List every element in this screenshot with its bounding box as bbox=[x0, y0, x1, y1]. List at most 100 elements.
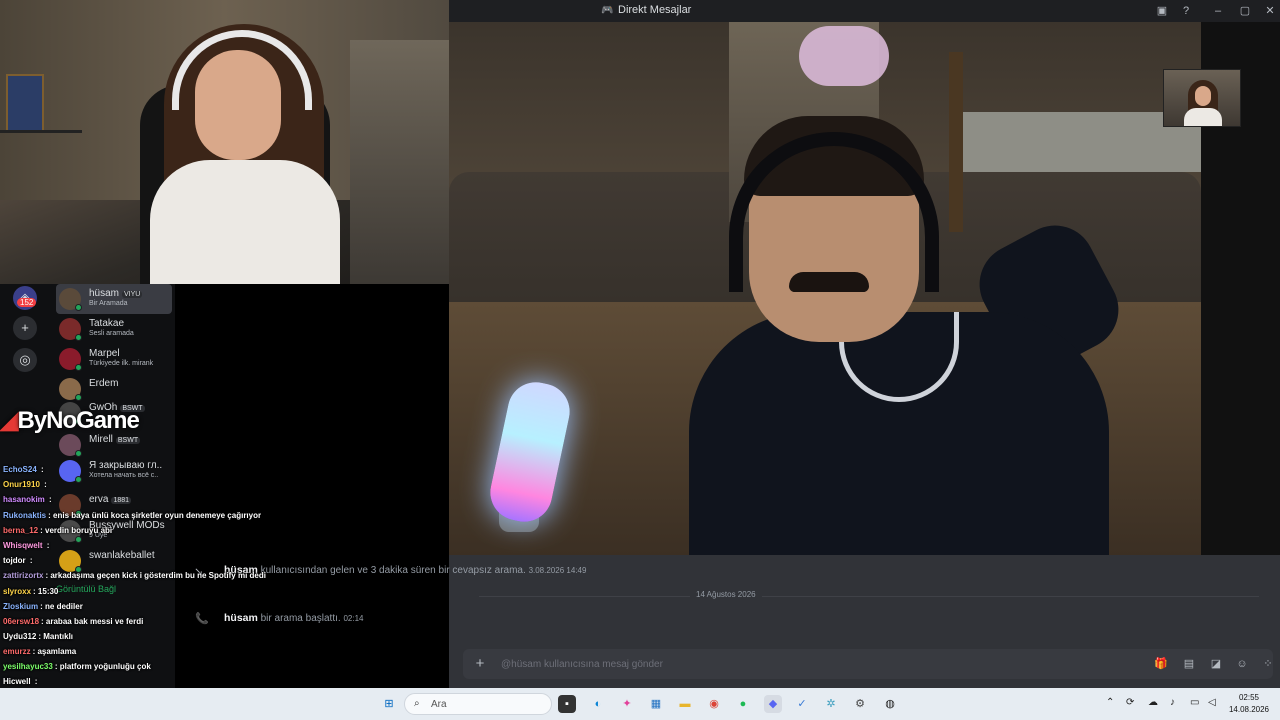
dm-name: swanlakeballet bbox=[89, 550, 155, 561]
message-input[interactable] bbox=[501, 654, 1101, 674]
voice-connected-status[interactable]: Görüntülü Bağl bbox=[56, 584, 116, 594]
microphone-icon[interactable]: ♪ bbox=[1170, 697, 1175, 708]
chat-username[interactable]: Uydu312 bbox=[3, 632, 36, 641]
call-video-stage[interactable] bbox=[449, 22, 1280, 555]
gift-icon[interactable]: 🎁 bbox=[1153, 656, 1169, 672]
chat-username[interactable]: 06ersw18 bbox=[3, 617, 39, 626]
sync-icon[interactable]: ⟳ bbox=[1126, 697, 1134, 708]
gif-icon[interactable]: ▤ bbox=[1181, 656, 1197, 672]
chat-text: ne dediler bbox=[45, 602, 83, 611]
chat-username[interactable]: zattirizortx bbox=[3, 571, 43, 580]
spotify-icon[interactable]: ● bbox=[734, 695, 752, 713]
inbox-icon[interactable]: ▣ bbox=[1154, 3, 1170, 19]
chat-username[interactable]: EchoS24 bbox=[3, 465, 37, 474]
chat-text: arkadaşıma geçen kick i gösterdim bu ne … bbox=[50, 571, 266, 580]
chat-username[interactable]: Hicwell bbox=[3, 677, 31, 686]
chat-message: zattirizortx: arkadaşıma geçen kick i gö… bbox=[3, 571, 266, 580]
taskbar-search-input[interactable] bbox=[431, 697, 511, 712]
online-status-icon bbox=[75, 364, 82, 371]
message-text: bir arama başlattı. bbox=[260, 613, 341, 624]
date-divider bbox=[479, 596, 1259, 597]
taskbar: ⊞ ⌕ ▪ ◐ ✦ ▦ ▬ ◉ ● ◆ ✓ ✲ ⚙ ◍ ⌃ ⟳ ☁ ♪ ▭ ◁ … bbox=[0, 688, 1280, 720]
settings-icon[interactable]: ⚙ bbox=[851, 695, 869, 713]
dm-name: Mirell BSWT bbox=[89, 434, 141, 445]
chat-message: Onur1910 : bbox=[3, 480, 47, 489]
message-composer: + 🎁 ▤ ◪ ☺ ⁘ bbox=[449, 645, 1280, 688]
chat-username[interactable]: berna_12 bbox=[3, 526, 38, 535]
start-icon[interactable]: ⊞ bbox=[380, 695, 398, 713]
chat-message: EchoS24 : bbox=[3, 465, 44, 474]
chat-text: enis baya ünlü koca şirketler oyun denem… bbox=[53, 511, 262, 520]
message-timestamp: 3.08.2026 14:49 bbox=[528, 566, 587, 575]
online-status-icon bbox=[75, 334, 82, 341]
dm-name: Tatakae bbox=[89, 318, 125, 329]
chat-username[interactable]: Zloskium bbox=[3, 602, 38, 611]
help-icon[interactable]: ? bbox=[1178, 3, 1194, 19]
chat-text: Mantıklı bbox=[43, 632, 74, 641]
message-list: ↘ hüsam kullanıcısından gelen ve 3 dakik… bbox=[194, 555, 1280, 645]
chevron-up-icon[interactable]: ⌃ bbox=[1106, 697, 1114, 708]
chat-text: verdin boruyu abi bbox=[45, 526, 113, 535]
clock[interactable]: 02:55 14.08.2026 bbox=[1222, 692, 1276, 716]
composer-box: + 🎁 ▤ ◪ ☺ ⁘ bbox=[463, 649, 1273, 679]
missed-call-message: hüsam kullanıcısından gelen ve 3 dakika … bbox=[224, 564, 586, 576]
self-video-preview[interactable] bbox=[1163, 69, 1241, 127]
chat-message: Zloskium: ne dediler bbox=[3, 602, 83, 611]
discover-icon[interactable]: ◎ bbox=[13, 348, 37, 372]
discord-icon: 🎮 bbox=[601, 5, 614, 16]
copilot-icon[interactable]: ✦ bbox=[618, 695, 636, 713]
chat-username[interactable]: hasanokim bbox=[3, 495, 45, 504]
taskbar-search[interactable]: ⌕ bbox=[404, 693, 552, 715]
edge-icon[interactable]: ◐ bbox=[589, 695, 607, 713]
dm-name: Erdem bbox=[89, 378, 119, 389]
store-icon[interactable]: ▦ bbox=[647, 695, 665, 713]
message-timestamp: 02:14 bbox=[343, 614, 364, 623]
dm-subtitle: Хотела начать всё с.. bbox=[89, 472, 159, 479]
dm-name: Я закрываю гл.. bbox=[89, 460, 163, 471]
add-server-button[interactable]: + bbox=[13, 316, 37, 340]
dm-item[interactable]: Tatakae Sesli aramada bbox=[56, 314, 172, 344]
apps-icon[interactable]: ⁘ bbox=[1260, 656, 1276, 672]
dm-item[interactable]: Marpel Türkiyede ilk. mirank bbox=[56, 344, 172, 374]
title-bar: 🎮 Direkt Mesajlar ▣ ? – ▢ ✕ bbox=[449, 0, 1280, 22]
file-explorer-icon[interactable]: ▬ bbox=[676, 695, 694, 713]
volume-icon[interactable]: ◁ bbox=[1208, 697, 1216, 708]
dm-item[interactable]: hüsam VIYU Bir Aramada bbox=[56, 284, 172, 314]
online-status-icon bbox=[75, 476, 82, 483]
call-started-icon: 📞 bbox=[195, 613, 209, 625]
sticker-icon[interactable]: ◪ bbox=[1208, 656, 1224, 672]
dm-name: erva 1881 bbox=[89, 494, 132, 505]
minimize-icon[interactable]: – bbox=[1210, 3, 1226, 19]
discord-window: 🎮 Direkt Mesajlar ▣ ? – ▢ ✕ ↘ hüsam kull… bbox=[194, 0, 1280, 688]
dm-name: Marpel bbox=[89, 348, 120, 359]
dm-subtitle: Bir Aramada bbox=[89, 300, 128, 307]
sponsor-logo-text: ByNoGame bbox=[17, 407, 139, 434]
unread-badge: 152 bbox=[17, 298, 37, 307]
dm-item[interactable]: Я закрываю гл.. Хотела начать всё с.. bbox=[56, 456, 172, 486]
maximize-icon[interactable]: ▢ bbox=[1237, 3, 1253, 19]
chat-message: 06ersw18: arabaa bak messi ve ferdi bbox=[3, 617, 144, 626]
app-icon[interactable]: ✲ bbox=[822, 695, 840, 713]
close-icon[interactable]: ✕ bbox=[1262, 3, 1278, 19]
chat-username[interactable]: emurzz bbox=[3, 647, 31, 656]
chat-text: arabaa bak messi ve ferdi bbox=[45, 617, 144, 626]
network-icon[interactable]: ▭ bbox=[1190, 697, 1199, 708]
obs-icon[interactable]: ◍ bbox=[881, 695, 899, 713]
message-author[interactable]: hüsam bbox=[224, 612, 258, 624]
chat-username[interactable]: slyroxx bbox=[3, 587, 31, 596]
discord-taskbar-icon[interactable]: ◆ bbox=[764, 695, 782, 713]
chrome-icon[interactable]: ◉ bbox=[705, 695, 723, 713]
emoji-icon[interactable]: ☺ bbox=[1234, 656, 1250, 672]
chat-username[interactable]: Rukonaktis bbox=[3, 511, 46, 520]
search-icon: ⌕ bbox=[414, 698, 420, 709]
chat-username[interactable]: yesilhayuc33 bbox=[3, 662, 53, 671]
chat-username[interactable]: tojdor bbox=[3, 556, 26, 565]
cloud-icon[interactable]: ☁ bbox=[1148, 697, 1158, 708]
window-title: Direkt Mesajlar bbox=[618, 4, 692, 16]
chat-username[interactable]: Onur1910 bbox=[3, 480, 40, 489]
add-attachment-button[interactable]: + bbox=[471, 655, 489, 673]
task-view-icon[interactable]: ▪ bbox=[558, 695, 576, 713]
app-icon[interactable]: ✓ bbox=[793, 695, 811, 713]
chat-username[interactable]: Whisqwelt bbox=[3, 541, 43, 550]
dm-tag: BSWT bbox=[115, 437, 141, 444]
